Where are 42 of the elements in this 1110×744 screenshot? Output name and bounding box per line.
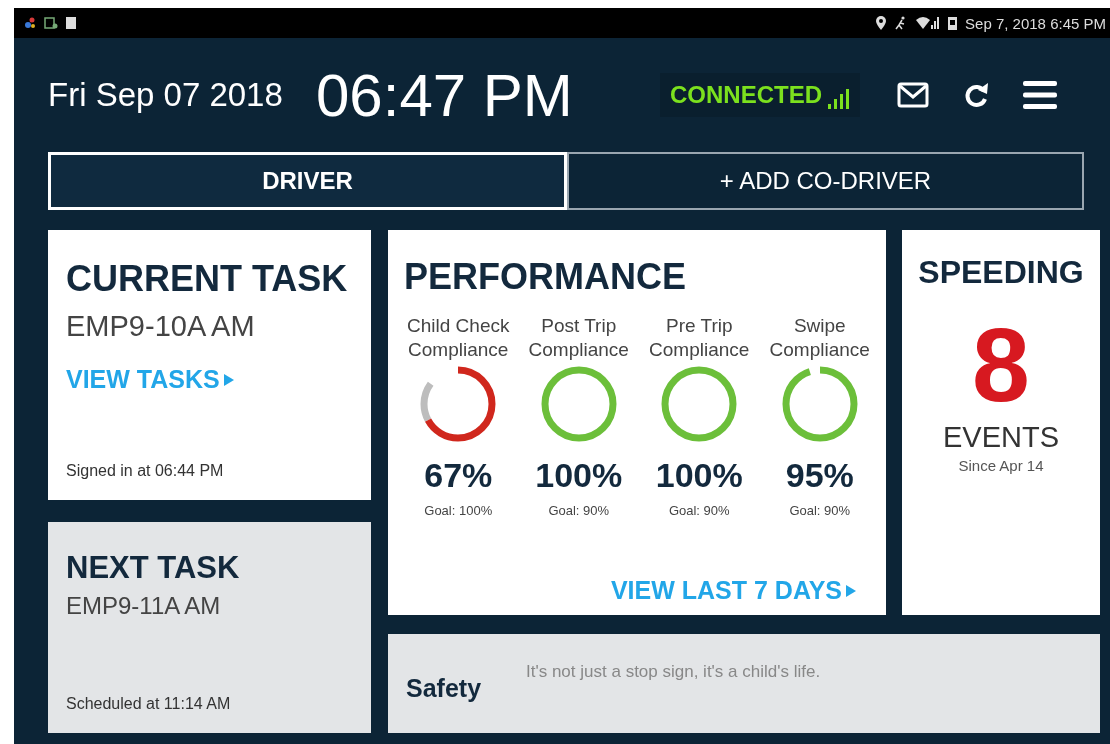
metric-label: Swipe Compliance <box>768 314 871 362</box>
play-triangle-icon <box>846 584 856 597</box>
metric-label: Post Trip Compliance <box>527 314 630 362</box>
card-title: SPEEDING <box>918 254 1084 291</box>
wifi-signal-icon <box>916 16 941 30</box>
current-date: Fri Sep 07 2018 <box>48 76 284 114</box>
metric-value: 95% <box>785 456 854 495</box>
clock-time: 06:47 PM <box>316 60 574 130</box>
metric-goal: Goal: 100% <box>424 503 493 518</box>
app-notification-icon <box>44 16 58 30</box>
metric-label: Child Check Compliance <box>406 314 511 362</box>
metric-value: 100% <box>655 456 743 495</box>
signal-bars-icon <box>828 89 850 109</box>
task-name: EMP9-10A AM <box>66 310 256 343</box>
status-time: Sep 7, 2018 6:45 PM <box>965 14 1106 32</box>
connection-status: CONNECTED <box>660 73 860 117</box>
scheduled-note: Scheduled at 11:14 AM <box>66 695 232 713</box>
event-count: 8 <box>972 313 1030 417</box>
metric-goal: Goal: 90% <box>789 503 851 518</box>
metric-value: 67% <box>424 456 493 495</box>
card-title: PERFORMANCE <box>403 256 687 298</box>
signed-in-note: Signed in at 06:44 PM <box>66 462 225 480</box>
metric-goal: Goal: 90% <box>668 503 730 518</box>
refresh-icon <box>963 81 989 109</box>
metric-label: Pre Trip Compliance <box>648 314 751 362</box>
safety-title: Safety <box>406 674 483 703</box>
task-name: EMP9-11A AM <box>66 592 222 620</box>
driver-tab[interactable]: + ADD CO-DRIVER <box>567 152 1084 210</box>
card-title: NEXT TASK <box>66 550 241 586</box>
metric-goal: Goal: 90% <box>548 503 610 518</box>
metric-value: 100% <box>535 456 623 495</box>
events-label: EVENTS <box>943 421 1059 454</box>
location-pin-icon <box>876 16 887 30</box>
mail-icon <box>897 82 929 108</box>
card-title: CURRENT TASK <box>66 258 349 300</box>
notification-icon <box>24 16 36 30</box>
menu-icon <box>1023 80 1057 110</box>
safety-message: It's not just a stop sign, it's a child's life. <box>526 662 821 682</box>
driver-tab[interactable]: DRIVER <box>48 152 567 210</box>
play-triangle-icon <box>223 373 234 386</box>
battery-icon <box>948 16 958 30</box>
since-date: Since Apr 14 <box>958 457 1044 474</box>
